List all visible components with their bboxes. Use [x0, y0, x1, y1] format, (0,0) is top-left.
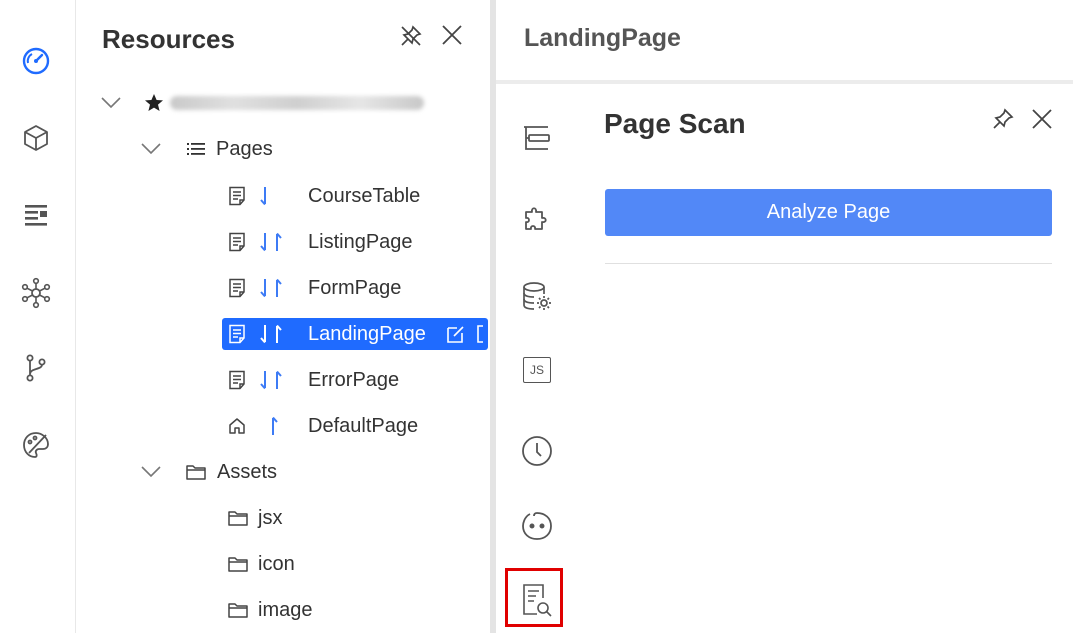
close-icon[interactable]: [439, 22, 465, 48]
divider: [605, 263, 1052, 264]
js-icon[interactable]: JS: [518, 351, 556, 389]
tool-strip: JS: [496, 84, 579, 633]
text-align-icon[interactable]: [18, 197, 54, 233]
edit-icon[interactable]: [446, 324, 466, 344]
folder-name: jsx: [258, 506, 283, 529]
project-name-blurred: [170, 96, 424, 110]
page-name: LandingPage: [308, 322, 426, 345]
analyze-page-button[interactable]: Analyze Page: [605, 189, 1052, 236]
palette-icon[interactable]: [18, 427, 54, 463]
tree-item-image[interactable]: image: [228, 595, 312, 625]
page-icon: [228, 324, 246, 344]
pages-folder-row[interactable]: Pages: [140, 134, 273, 164]
pin-icon[interactable]: [990, 106, 1016, 132]
folder-icon: [228, 510, 248, 526]
arrows-up-down-icon: [260, 324, 290, 344]
tree-item-icon[interactable]: icon: [228, 549, 295, 579]
page-name: DefaultPage: [308, 414, 419, 437]
resources-title: Resources: [102, 24, 235, 54]
home-icon: [228, 417, 246, 435]
arrows-up-down-icon: [260, 370, 290, 390]
close-icon[interactable]: [1029, 106, 1055, 132]
arrows-up-down-icon: [260, 278, 290, 298]
database-settings-icon[interactable]: [518, 278, 556, 316]
page-name: CourseTable: [308, 184, 421, 207]
tree-item-errorpage[interactable]: ErrorPage: [228, 365, 399, 395]
folder-name: image: [258, 598, 313, 621]
resources-panel: Resources Pages CourseTable ListingPage: [76, 0, 490, 633]
smiley-icon[interactable]: [518, 506, 556, 544]
tree-item-defaultpage[interactable]: DefaultPage: [228, 411, 418, 441]
puzzle-icon[interactable]: [518, 199, 556, 237]
page-icon: [228, 186, 246, 206]
tree-item-listingpage[interactable]: ListingPage: [228, 227, 413, 257]
arrows-up-down-icon: [260, 232, 290, 252]
tree-item-formpage[interactable]: FormPage: [228, 273, 401, 303]
assets-folder-row[interactable]: Assets: [140, 457, 277, 487]
list-icon: [187, 141, 205, 157]
arrow-up-icon: [260, 416, 290, 436]
star-icon: [144, 93, 164, 113]
js-label: JS: [523, 357, 551, 383]
page-scan-panel: Page Scan Analyze Page: [578, 84, 1073, 633]
cube-icon[interactable]: [18, 120, 54, 156]
dashboard-icon[interactable]: [18, 43, 54, 79]
tree-item-coursetable[interactable]: CourseTable: [228, 181, 420, 211]
page-icon: [228, 232, 246, 252]
tree-item-jsx[interactable]: jsx: [228, 503, 282, 533]
history-icon[interactable]: [518, 432, 556, 470]
branch-icon[interactable]: [18, 350, 54, 386]
pin-icon[interactable]: [398, 23, 424, 49]
arrow-down-icon: [260, 186, 290, 206]
folder-icon: [228, 602, 248, 618]
page-scan-highlight: [505, 568, 563, 627]
copy-icon[interactable]: [476, 324, 484, 344]
scan-panel-title: Page Scan: [604, 108, 746, 139]
folder-name: icon: [258, 552, 295, 575]
chevron-down-icon[interactable]: [140, 138, 162, 160]
project-root-row[interactable]: [100, 88, 424, 118]
page-icon: [228, 278, 246, 298]
page-icon: [228, 370, 246, 390]
folder-icon: [228, 556, 248, 572]
editor-title: LandingPage: [524, 24, 681, 52]
activity-bar: [0, 0, 76, 633]
page-name: ListingPage: [308, 230, 413, 253]
assets-label: Assets: [217, 460, 278, 483]
network-icon[interactable]: [18, 275, 54, 311]
tree-item-landingpage[interactable]: LandingPage: [228, 319, 484, 349]
chevron-down-icon[interactable]: [140, 461, 162, 483]
page-name: ErrorPage: [308, 368, 400, 391]
outline-icon[interactable]: [518, 120, 556, 158]
pages-label: Pages: [216, 137, 273, 160]
page-name: FormPage: [308, 276, 402, 299]
folder-icon: [186, 464, 206, 480]
chevron-down-icon[interactable]: [100, 92, 122, 114]
editor-header: LandingPage: [496, 0, 1073, 80]
